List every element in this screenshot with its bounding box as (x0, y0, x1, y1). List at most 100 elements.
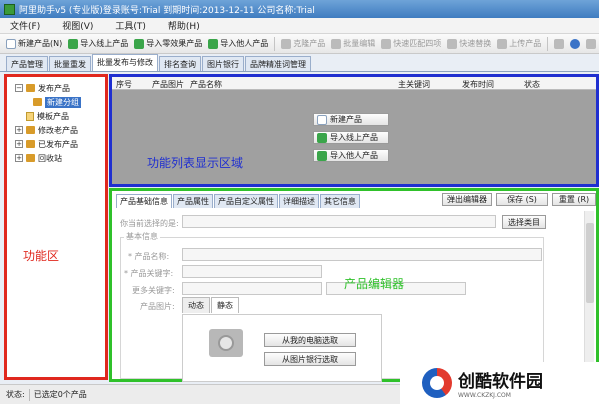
import-icon (68, 38, 79, 49)
list-new-product-button[interactable]: 新建产品 (313, 113, 389, 126)
scrollbar-thumb[interactable] (586, 223, 594, 303)
upload-product-button[interactable]: 上传产品 (497, 38, 541, 49)
function-panel: − 发布产品 新建分组 模板产品 + 修改老产品 + 已发布产品 + 回收站 功… (4, 74, 108, 380)
product-keyword-input[interactable] (182, 265, 322, 278)
toolbar-separator (547, 36, 549, 51)
tree-item-new-group[interactable]: 新建分组 (15, 95, 81, 109)
product-name-input[interactable] (182, 248, 542, 261)
tab-static[interactable]: 静态 (211, 297, 239, 313)
tree-item-recycle[interactable]: + 回收站 (15, 151, 81, 165)
category-tree: − 发布产品 新建分组 模板产品 + 修改老产品 + 已发布产品 + 回收站 (15, 81, 81, 165)
list-import-others-button[interactable]: 导入他人产品 (313, 149, 389, 162)
tree-item-published[interactable]: + 已发布产品 (15, 137, 81, 151)
expand-icon[interactable]: + (15, 140, 23, 148)
col-index[interactable]: 序号 (116, 79, 132, 90)
tab-batch-repost[interactable]: 批量重发 (49, 56, 91, 71)
help-icon (570, 38, 581, 49)
tree-item-modify-old[interactable]: + 修改老产品 (15, 123, 81, 137)
clone-product-button[interactable]: 克隆产品 (281, 38, 325, 49)
tree-item-publish[interactable]: − 发布产品 (15, 81, 81, 95)
expand-icon[interactable]: + (15, 126, 23, 134)
watermark-name: 创酷软件园 (458, 372, 543, 392)
site-watermark: 创酷软件园 WWW.CKZKJ.COM (400, 362, 599, 404)
replace-icon (447, 38, 458, 49)
help-button[interactable] (570, 38, 581, 49)
status-separator (28, 388, 30, 401)
folder-icon (33, 98, 42, 106)
more-keyword-input-1[interactable] (182, 282, 322, 295)
tab-product-manage[interactable]: 产品管理 (6, 56, 48, 71)
expand-icon[interactable]: + (15, 154, 23, 162)
new-document-icon (317, 114, 327, 125)
watermark-text: 创酷软件园 WWW.CKZKJ.COM (458, 367, 543, 399)
menu-view[interactable]: 视图(V) (62, 19, 93, 32)
basic-info-legend: 基本信息 (124, 231, 160, 242)
tab-description[interactable]: 详细描述 (279, 194, 319, 208)
category-label: 你当前选择的是: (120, 219, 179, 228)
popup-editor-button[interactable]: 弹出编辑器 (442, 193, 492, 206)
tab-dynamic[interactable]: 动态 (182, 297, 210, 313)
import-effect-button[interactable]: 导入零效果产品 (134, 38, 202, 49)
import-icon (317, 150, 327, 161)
editor-scrollbar[interactable] (584, 211, 594, 377)
tab-attributes[interactable]: 产品属性 (173, 194, 213, 208)
list-import-online-button[interactable]: 导入线上产品 (313, 131, 389, 144)
tab-other-info[interactable]: 其它信息 (320, 194, 360, 208)
quick-replace-button[interactable]: 快速替换 (447, 38, 491, 49)
upload-icon (497, 38, 508, 49)
reset-button[interactable]: 重置 (R) (552, 193, 596, 206)
function-area-label: 功能区 (23, 249, 60, 263)
tab-basic-info[interactable]: 产品基础信息 (116, 194, 172, 208)
import-icon (134, 38, 145, 49)
import-icon (208, 38, 219, 49)
import-icon (317, 132, 327, 143)
info-button[interactable] (586, 38, 597, 49)
recycle-bin-icon (26, 154, 35, 162)
save-button[interactable]: 保存 (S) (496, 193, 548, 206)
info-icon (586, 38, 597, 49)
tab-custom-attributes[interactable]: 产品自定义属性 (214, 194, 278, 208)
tree-item-template[interactable]: 模板产品 (15, 109, 81, 123)
menu-tools[interactable]: 工具(T) (115, 19, 146, 32)
tab-brand-keywords[interactable]: 品牌精准词管理 (245, 56, 311, 71)
more-keywords-label: 更多关键字: (132, 286, 175, 295)
status-text: 已选定0个产品 (33, 390, 87, 399)
editor-tabs: 产品基础信息 产品属性 产品自定义属性 详细描述 其它信息 (116, 194, 360, 208)
title-bar: 阿里助手v5 (专业版)登录账号:Trial 到期时间:2013-12-11 公… (0, 0, 599, 18)
product-name-label: * 产品名称: (128, 252, 170, 261)
select-category-button[interactable]: 选择类目 (502, 215, 546, 229)
import-others-button[interactable]: 导入他人产品 (208, 38, 268, 49)
toolbar-separator (274, 36, 276, 51)
menu-help[interactable]: 帮助(H) (168, 19, 200, 32)
category-field[interactable] (182, 215, 496, 228)
window-title: 阿里助手v5 (专业版)登录账号:Trial 到期时间:2013-12-11 公… (19, 5, 315, 16)
select-from-bank-button[interactable]: 从图片银行选取 (264, 352, 356, 366)
select-from-computer-button[interactable]: 从我的电脑选取 (264, 333, 356, 347)
new-document-icon (6, 38, 16, 49)
folder-icon (26, 140, 35, 148)
product-editor-panel: 产品基础信息 产品属性 产品自定义属性 详细描述 其它信息 弹出编辑器 保存 (… (109, 188, 599, 382)
image-tabs: 动态 静态 (182, 297, 239, 313)
tab-batch-publish[interactable]: 批量发布与修改 (92, 54, 158, 71)
editor-area-label: 产品编辑器 (344, 277, 405, 291)
batch-edit-button[interactable]: 批量编辑 (331, 38, 375, 49)
tab-rank-query[interactable]: 排名查询 (159, 56, 201, 71)
camera-icon (209, 329, 243, 357)
col-image[interactable]: 产品图片 (152, 79, 184, 90)
quick-match-button[interactable]: 快速匹配四项 (381, 38, 441, 49)
col-keyword[interactable]: 主关键词 (398, 79, 430, 90)
col-name[interactable]: 产品名称 (190, 79, 222, 90)
collapse-icon[interactable]: − (15, 84, 23, 92)
tab-image-bank[interactable]: 图片银行 (202, 56, 244, 71)
import-online-button[interactable]: 导入线上产品 (68, 38, 128, 49)
col-status[interactable]: 状态 (524, 79, 540, 90)
new-product-button[interactable]: 新建产品(N) (6, 38, 62, 49)
gear-icon (554, 38, 565, 49)
image-upload-box (182, 314, 382, 382)
watermark-logo (422, 368, 452, 398)
clone-icon (281, 38, 292, 49)
edit-icon (331, 38, 342, 49)
settings-button[interactable] (554, 38, 565, 49)
menu-file[interactable]: 文件(F) (10, 19, 40, 32)
col-publish-time[interactable]: 发布时间 (462, 79, 494, 90)
